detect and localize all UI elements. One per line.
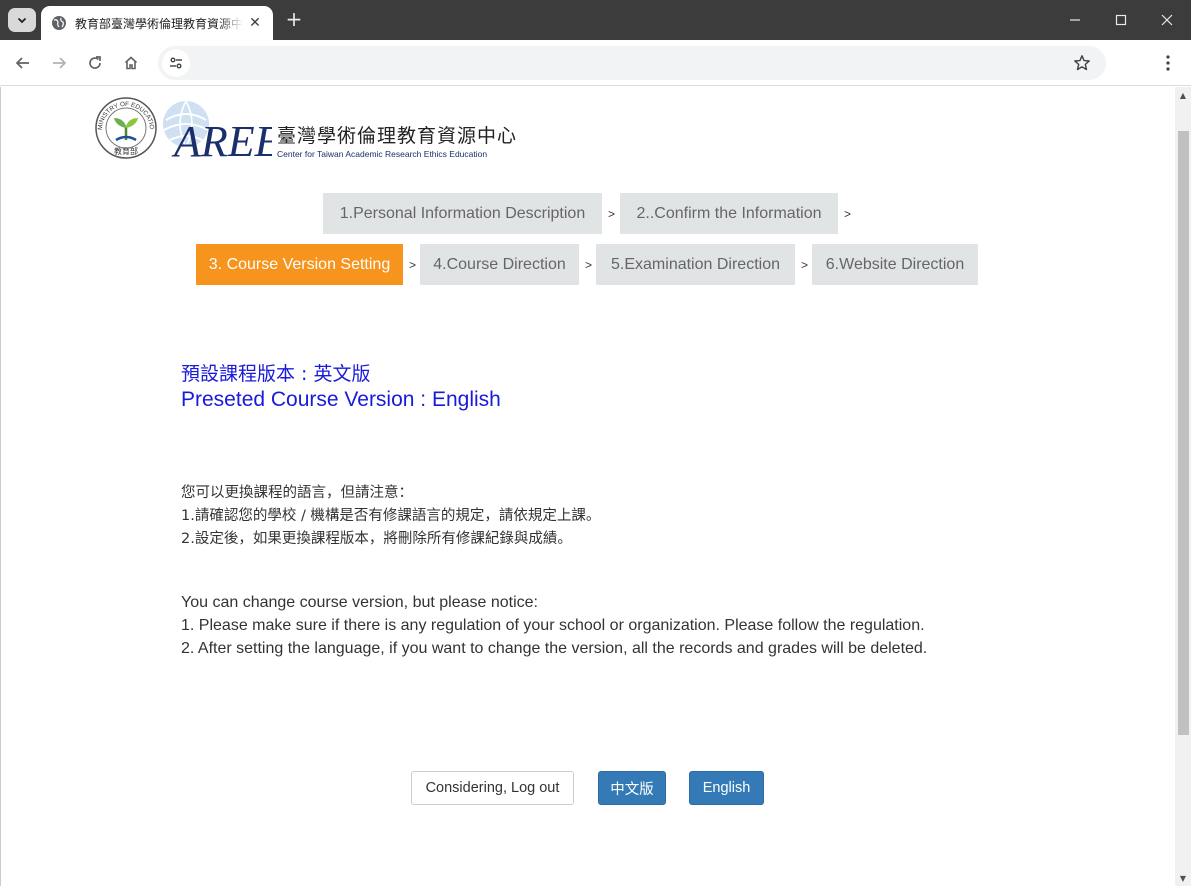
notice-line: 1. Please make sure if there is any regu… [181,617,925,634]
site-info-button[interactable] [162,49,190,77]
site-logo[interactable]: MINISTRY OF EDUCATION 教育部 AREE 臺灣學術倫理教育資… [94,96,524,162]
maximize-button[interactable] [1098,0,1144,40]
forward-button[interactable] [46,50,72,76]
close-icon [1161,14,1173,26]
vertical-scrollbar[interactable]: ▲ ▼ [1175,87,1191,886]
url-input[interactable] [202,46,1062,80]
step-confirm-information[interactable]: 2..Confirm the Information [620,193,838,234]
preset-version-chinese: 預設課程版本 : 英文版 [181,363,371,385]
minimize-icon [1070,19,1080,21]
new-tab-button[interactable]: + [283,8,305,32]
tab-title: 教育部臺灣學術倫理教育資源中心 [75,16,243,31]
english-version-button[interactable]: English [689,771,764,805]
step-separator: > [585,258,593,272]
home-icon [124,56,138,70]
step-examination-direction[interactable]: 5.Examination Direction [596,244,795,285]
aree-logo-mark: AREE [163,100,272,162]
notice-line: 您可以更換課程的語言，但請注意： [181,485,413,501]
chinese-version-button[interactable]: 中文版 [598,771,666,805]
scrollbar-thumb[interactable] [1178,131,1189,735]
address-bar[interactable] [158,46,1106,80]
arrow-left-icon [15,57,29,69]
page-viewport: MINISTRY OF EDUCATION 教育部 AREE 臺灣學術倫理教育資… [0,87,1191,886]
ministry-seal-icon: MINISTRY OF EDUCATION 教育部 [94,96,157,159]
notice-line: 2.設定後，如果更換課程版本，將刪除所有修課紀錄與成績。 [181,531,572,547]
logo-chinese-title: 臺灣學術倫理教育資源中心 [277,125,518,147]
step-course-version-setting[interactable]: 3. Course Version Setting [196,244,403,285]
notice-line: 2. After setting the language, if you wa… [181,640,928,657]
notice-line: You can change course version, but pleas… [181,594,538,611]
bookmark-button[interactable] [1072,53,1092,73]
minimize-button[interactable] [1052,0,1098,40]
back-button[interactable] [10,50,36,76]
browser-tab[interactable]: 教育部臺灣學術倫理教育資源中心 ✕ [41,6,273,40]
browser-toolbar [0,40,1191,86]
more-vert-icon [1166,55,1170,71]
browser-menu-button[interactable] [1156,50,1180,76]
aree-text: AREE [171,117,272,162]
notice-line: 1.請確認您的學校 / 機構是否有修課語言的規定，請依規定上課。 [181,508,601,524]
step-course-direction[interactable]: 4.Course Direction [420,244,579,285]
scroll-up-icon[interactable]: ▲ [1175,87,1191,103]
step-personal-information[interactable]: 1.Personal Information Description [323,193,602,234]
logout-button[interactable]: Considering, Log out [411,771,574,805]
notice-chinese: 您可以更換課程的語言，但請注意： 1.請確認您的學校 / 機構是否有修課語言的規… [181,482,600,551]
maximize-icon [1115,14,1127,26]
seal-cn-text: 教育部 [114,146,138,156]
globe-icon [52,16,66,30]
step-separator: > [409,258,417,272]
home-button[interactable] [118,50,144,76]
step-separator: > [608,207,616,221]
scroll-down-icon[interactable]: ▼ [1175,870,1191,886]
tab-close-icon[interactable]: ✕ [247,15,263,31]
preset-version-english: Preseted Course Version : English [181,388,501,411]
notice-english: You can change course version, but pleas… [181,591,927,660]
browser-titlebar: 教育部臺灣學術倫理教育資源中心 ✕ + [0,0,1191,40]
chevron-down-icon [17,17,27,24]
step-separator: > [801,258,809,272]
tab-search-button[interactable] [8,8,36,32]
logo-english-subtitle: Center for Taiwan Academic Research Ethi… [277,149,488,159]
tune-icon [170,57,182,69]
reload-icon [89,56,101,69]
arrow-right-icon [53,57,67,69]
close-window-button[interactable] [1144,0,1190,40]
step-website-direction[interactable]: 6.Website Direction [812,244,978,285]
star-icon [1074,55,1090,71]
step-separator: > [844,207,852,221]
reload-button[interactable] [82,50,108,76]
